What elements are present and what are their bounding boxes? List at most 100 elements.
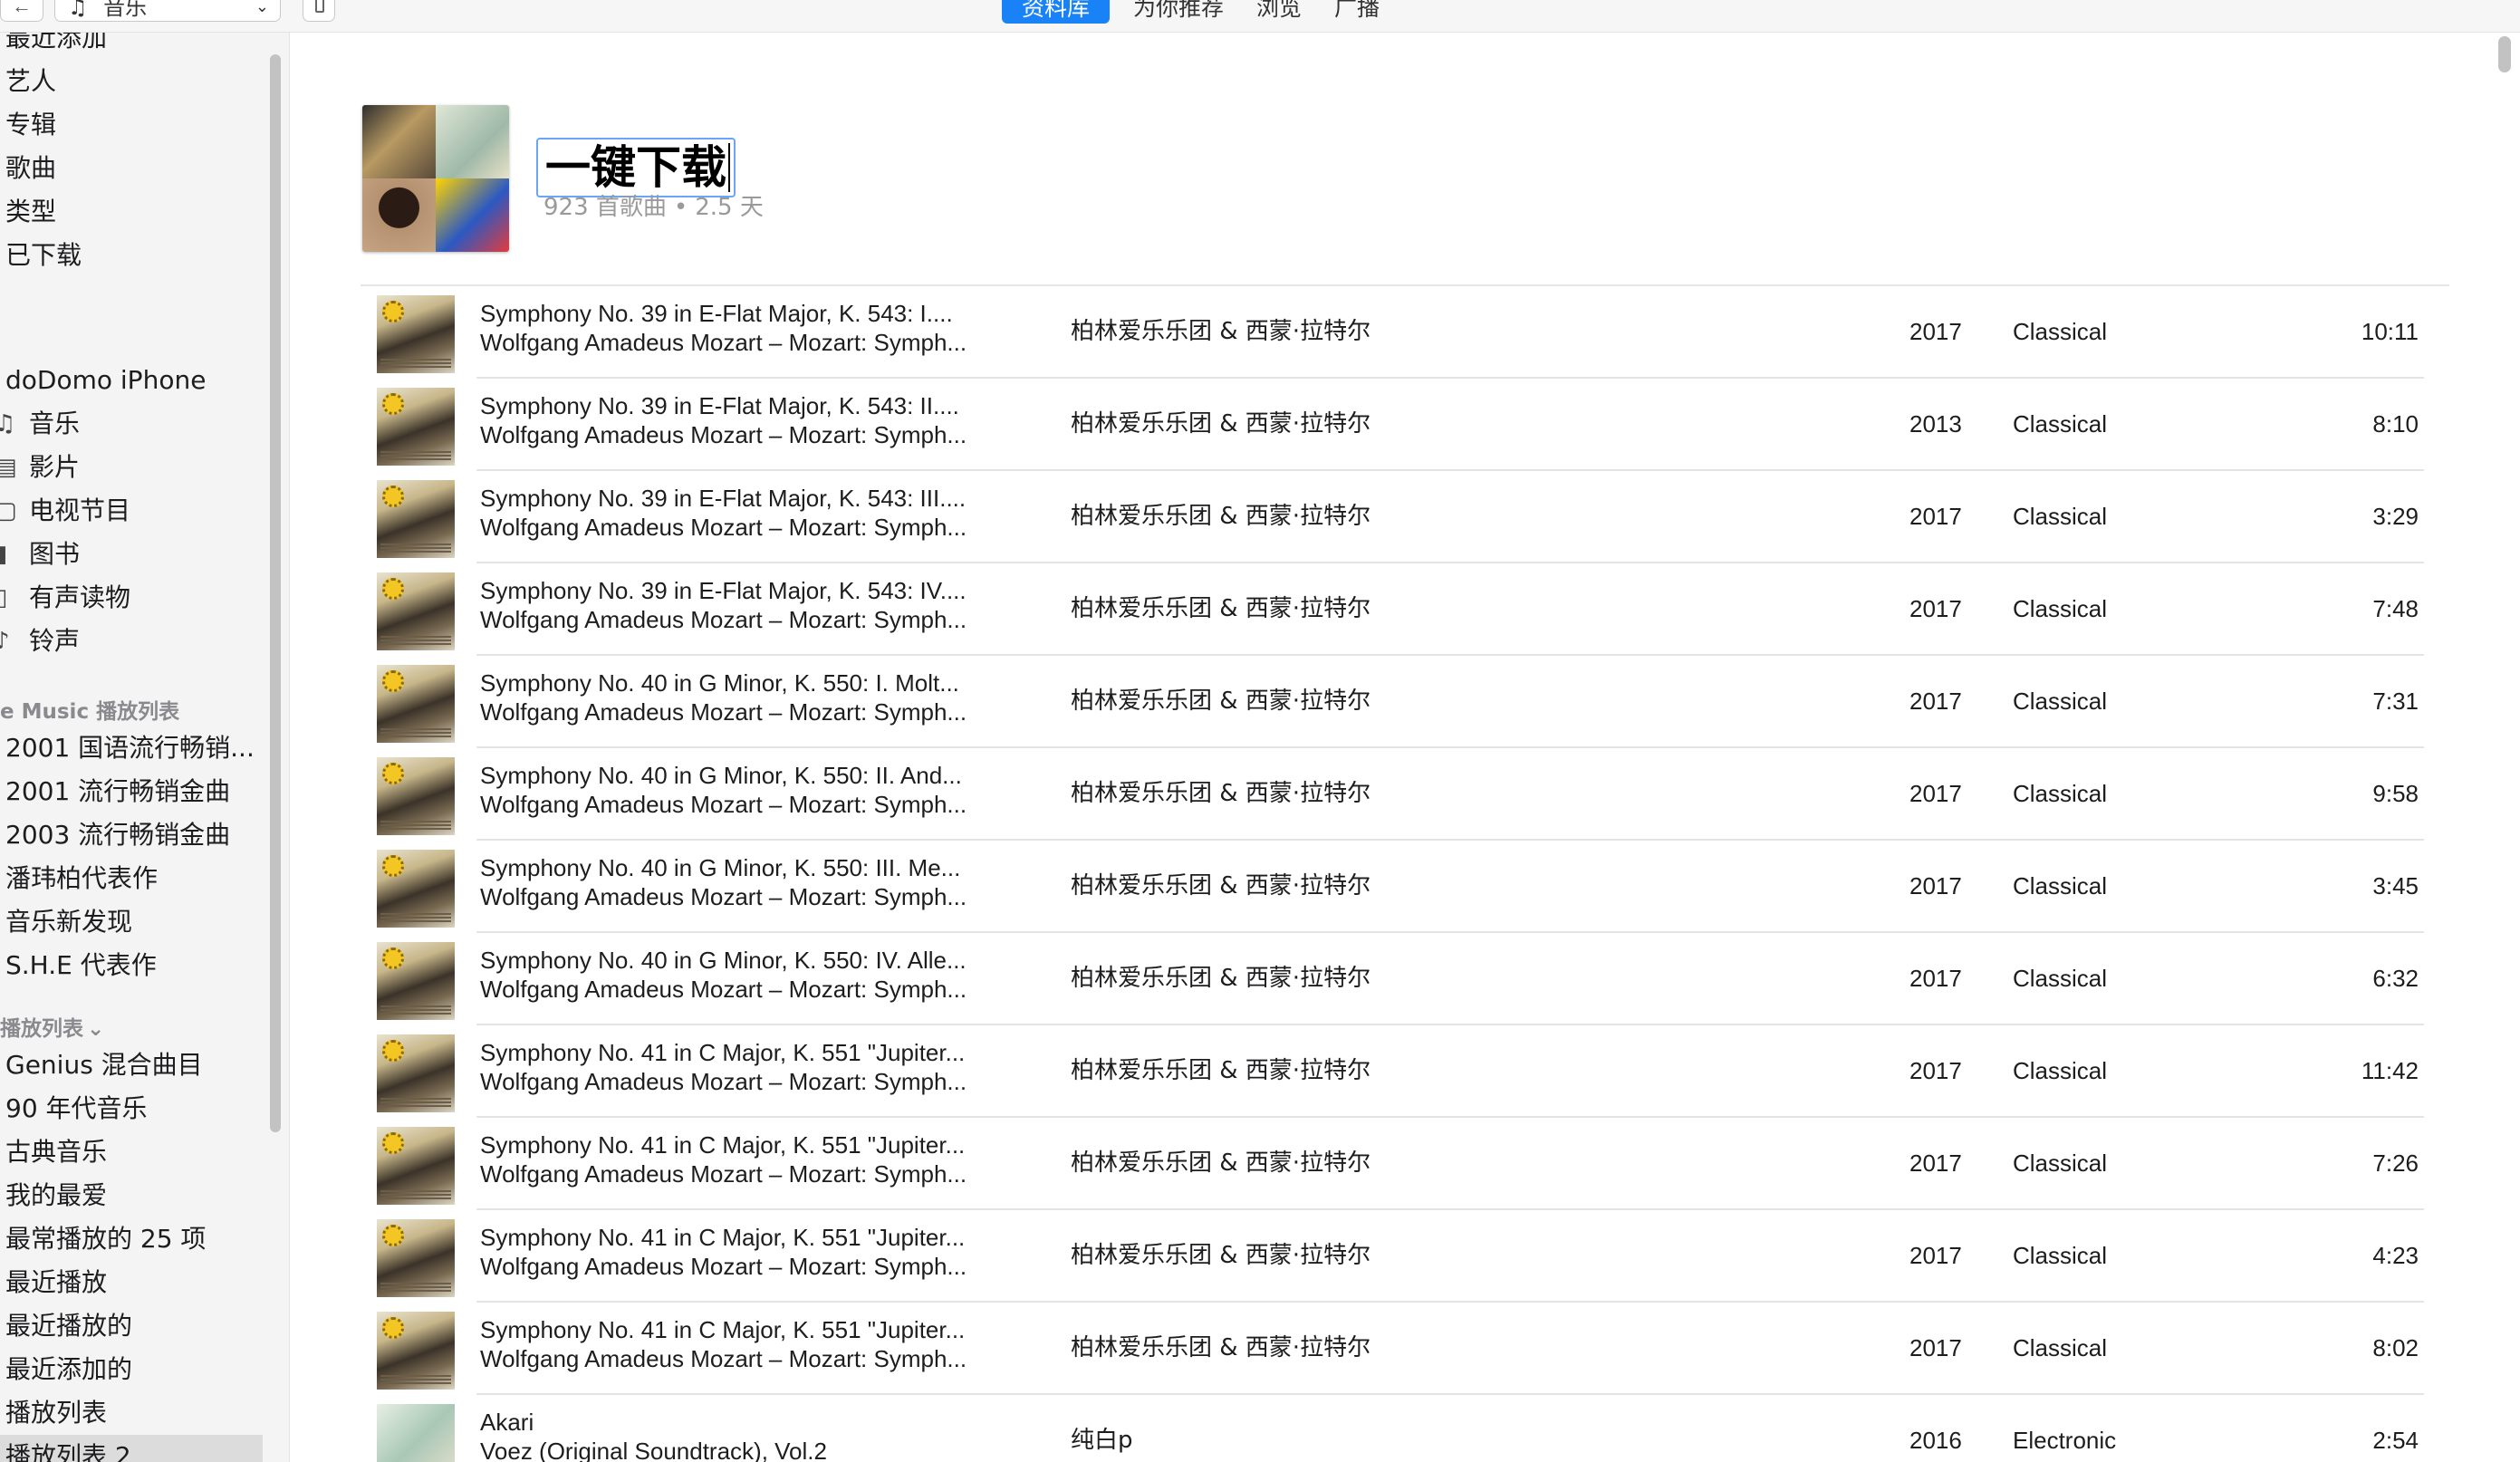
track-row[interactable]: Symphony No. 40 in G Minor, K. 550: II. … xyxy=(290,748,2520,841)
tab-2[interactable]: 浏览 xyxy=(1240,0,1318,24)
track-list: Symphony No. 39 in E-Flat Major, K. 543:… xyxy=(290,286,2520,1462)
sidebar-device-name[interactable]: doDomo iPhone xyxy=(5,361,206,400)
tab-1[interactable]: 为你推荐 xyxy=(1117,0,1240,24)
artwork-tile xyxy=(362,178,436,252)
track-row[interactable]: Symphony No. 39 in E-Flat Major, K. 543:… xyxy=(290,286,2520,379)
tab-3[interactable]: 广播 xyxy=(1318,0,1396,24)
tab-0[interactable]: 资料库 xyxy=(1002,0,1111,24)
track-row[interactable]: Symphony No. 41 in C Major, K. 551 "Jupi… xyxy=(290,1118,2520,1210)
sidebar-item-apple-playlist[interactable]: 潘玮柏代表作 xyxy=(5,859,158,899)
sidebar-header-label: 播放列表 xyxy=(0,1017,83,1041)
playlist-duration: 2.5 天 xyxy=(695,194,764,221)
sidebar-item-library[interactable]: 艺人 xyxy=(5,62,56,101)
track-duration: 2:54 xyxy=(2372,1427,2419,1454)
track-album: Wolfgang Amadeus Mozart – Mozart: Symph.… xyxy=(480,883,967,910)
track-row[interactable]: Symphony No. 40 in G Minor, K. 550: IV. … xyxy=(290,933,2520,1025)
track-row[interactable]: Symphony No. 39 in E-Flat Major, K. 543:… xyxy=(290,471,2520,563)
sidebar-item-playlist[interactable]: 90 年代音乐 xyxy=(5,1089,148,1129)
track-row[interactable]: Akari Voez (Original Soundtrack), Vol.2 纯白… xyxy=(290,1395,2520,1462)
track-title: Symphony No. 41 in C Major, K. 551 "Jupi… xyxy=(480,1224,966,1251)
sidebar-item-device[interactable]: 音乐 xyxy=(29,404,80,444)
sidebar-item-apple-playlist[interactable]: 音乐新发现 xyxy=(5,902,132,942)
playlist-summary: 923 首歌曲 • 2.5 天 xyxy=(543,188,764,222)
media-type-selector[interactable]: ♫ 音乐 ⌄ xyxy=(54,0,281,22)
album-art-thumbnail xyxy=(377,1219,455,1297)
sidebar-item-playlist[interactable]: 最近播放 xyxy=(5,1263,107,1303)
playlist-title[interactable]: 一键下载 xyxy=(545,139,726,196)
album-art-emblem xyxy=(382,393,404,415)
track-duration: 9:58 xyxy=(2372,780,2419,807)
track-duration: 4:23 xyxy=(2372,1242,2419,1269)
sidebar-item-device[interactable]: 铃声 xyxy=(29,621,80,661)
track-row[interactable]: Symphony No. 40 in G Minor, K. 550: I. M… xyxy=(290,656,2520,748)
sidebar-header-playlists[interactable]: 播放列表 ⌄ xyxy=(0,1011,104,1042)
track-album: Wolfgang Amadeus Mozart – Mozart: Symph.… xyxy=(480,606,967,633)
track-row[interactable]: Symphony No. 39 in E-Flat Major, K. 543:… xyxy=(290,563,2520,656)
album-art-thumbnail xyxy=(377,1127,455,1205)
track-artist: 柏林爱乐乐团 & 西蒙·拉特尔 xyxy=(1071,1149,1371,1177)
track-genre: Classical xyxy=(2013,318,2108,345)
track-row[interactable]: Symphony No. 41 in C Major, K. 551 "Jupi… xyxy=(290,1025,2520,1118)
album-art-text xyxy=(380,726,451,737)
media-type-label: 音乐 xyxy=(103,0,148,20)
track-row[interactable]: Symphony No. 40 in G Minor, K. 550: III.… xyxy=(290,841,2520,933)
sidebar-item-device[interactable]: 有声读物 xyxy=(29,578,130,618)
sidebar-item-device[interactable]: 影片 xyxy=(29,447,80,487)
track-artist: 纯白p xyxy=(1071,1427,1133,1454)
track-year: 2017 xyxy=(1909,872,1962,899)
sidebar-item-apple-playlist[interactable]: S.H.E 代表作 xyxy=(5,946,157,986)
back-arrow-icon: ← xyxy=(12,0,32,17)
track-album: Wolfgang Amadeus Mozart – Mozart: Symph.… xyxy=(480,329,967,356)
sidebar-device-icon: ▯ xyxy=(0,578,7,618)
chevron-down-icon: ⌄ xyxy=(255,0,269,16)
sidebar-item-library[interactable]: 专辑 xyxy=(5,105,56,145)
back-button[interactable]: ← xyxy=(0,0,43,22)
album-art-emblem xyxy=(382,947,404,969)
sidebar-item-device[interactable]: 电视节目 xyxy=(29,491,130,531)
sidebar-item-playlist[interactable]: 播放列表 xyxy=(5,1393,107,1433)
sidebar-item-apple-playlist[interactable]: 2001 流行畅销金曲 xyxy=(5,772,230,812)
sidebar-item-apple-playlist[interactable]: 2003 流行畅销金曲 xyxy=(5,815,230,855)
track-album: Wolfgang Amadeus Mozart – Mozart: Symph.… xyxy=(480,1345,967,1372)
sidebar-item-library[interactable]: 已下载 xyxy=(5,236,82,275)
sidebar-scrollbar[interactable] xyxy=(270,54,281,1132)
track-artist: 柏林爱乐乐团 & 西蒙·拉特尔 xyxy=(1071,780,1371,807)
sidebar-item-playlist[interactable]: 最常播放的 25 项 xyxy=(5,1219,206,1259)
track-album: Wolfgang Amadeus Mozart – Mozart: Symph.… xyxy=(480,514,967,541)
album-art-text xyxy=(380,357,451,368)
album-art-text xyxy=(380,1373,451,1384)
track-row[interactable]: Symphony No. 41 in C Major, K. 551 "Jupi… xyxy=(290,1210,2520,1303)
album-art-thumbnail xyxy=(377,295,455,373)
sidebar-item-library[interactable]: 歌曲 xyxy=(5,149,56,188)
sidebar-item-apple-playlist[interactable]: 2001 国语流行畅销... xyxy=(5,728,255,768)
track-genre: Classical xyxy=(2013,965,2108,992)
sidebar-device-icon: ▢ xyxy=(0,491,17,531)
sidebar-item-playlist[interactable]: 播放列表 2 xyxy=(5,1437,131,1462)
album-art-text xyxy=(380,1004,451,1015)
track-duration: 8:02 xyxy=(2372,1334,2419,1361)
album-art-text xyxy=(380,1096,451,1107)
sidebar-item-library[interactable]: 最近添加 xyxy=(5,33,107,58)
text-caret xyxy=(728,143,730,192)
sidebar-item-playlist[interactable]: Genius 混合曲目 xyxy=(5,1045,203,1085)
sidebar-item-playlist[interactable]: 古典音乐 xyxy=(5,1132,107,1172)
track-title: Symphony No. 41 in C Major, K. 551 "Jupi… xyxy=(480,1131,966,1159)
track-album: Wolfgang Amadeus Mozart – Mozart: Symph.… xyxy=(480,1160,967,1188)
sidebar-item-playlist[interactable]: 最近添加的 xyxy=(5,1350,132,1390)
album-art-emblem xyxy=(382,1040,404,1062)
track-genre: Classical xyxy=(2013,780,2108,807)
sidebar-item-playlist[interactable]: 我的最爱 xyxy=(5,1176,107,1216)
track-row[interactable]: Symphony No. 41 in C Major, K. 551 "Jupi… xyxy=(290,1303,2520,1395)
track-year: 2017 xyxy=(1909,1149,1962,1177)
track-title: Symphony No. 39 in E-Flat Major, K. 543:… xyxy=(480,577,967,604)
track-album: Voez (Original Soundtrack), Vol.2 xyxy=(480,1438,827,1462)
sidebar-item-device[interactable]: 图书 xyxy=(29,534,80,574)
sidebar-item-playlist[interactable]: 最近播放的 xyxy=(5,1306,132,1346)
track-year: 2017 xyxy=(1909,318,1962,345)
device-button[interactable] xyxy=(303,0,335,22)
sidebar-item-library[interactable]: 类型 xyxy=(5,192,56,232)
main-scrollbar[interactable] xyxy=(2498,36,2511,72)
album-art-thumbnail xyxy=(377,757,455,835)
track-row[interactable]: Symphony No. 39 in E-Flat Major, K. 543:… xyxy=(290,379,2520,471)
album-art-emblem xyxy=(382,670,404,692)
